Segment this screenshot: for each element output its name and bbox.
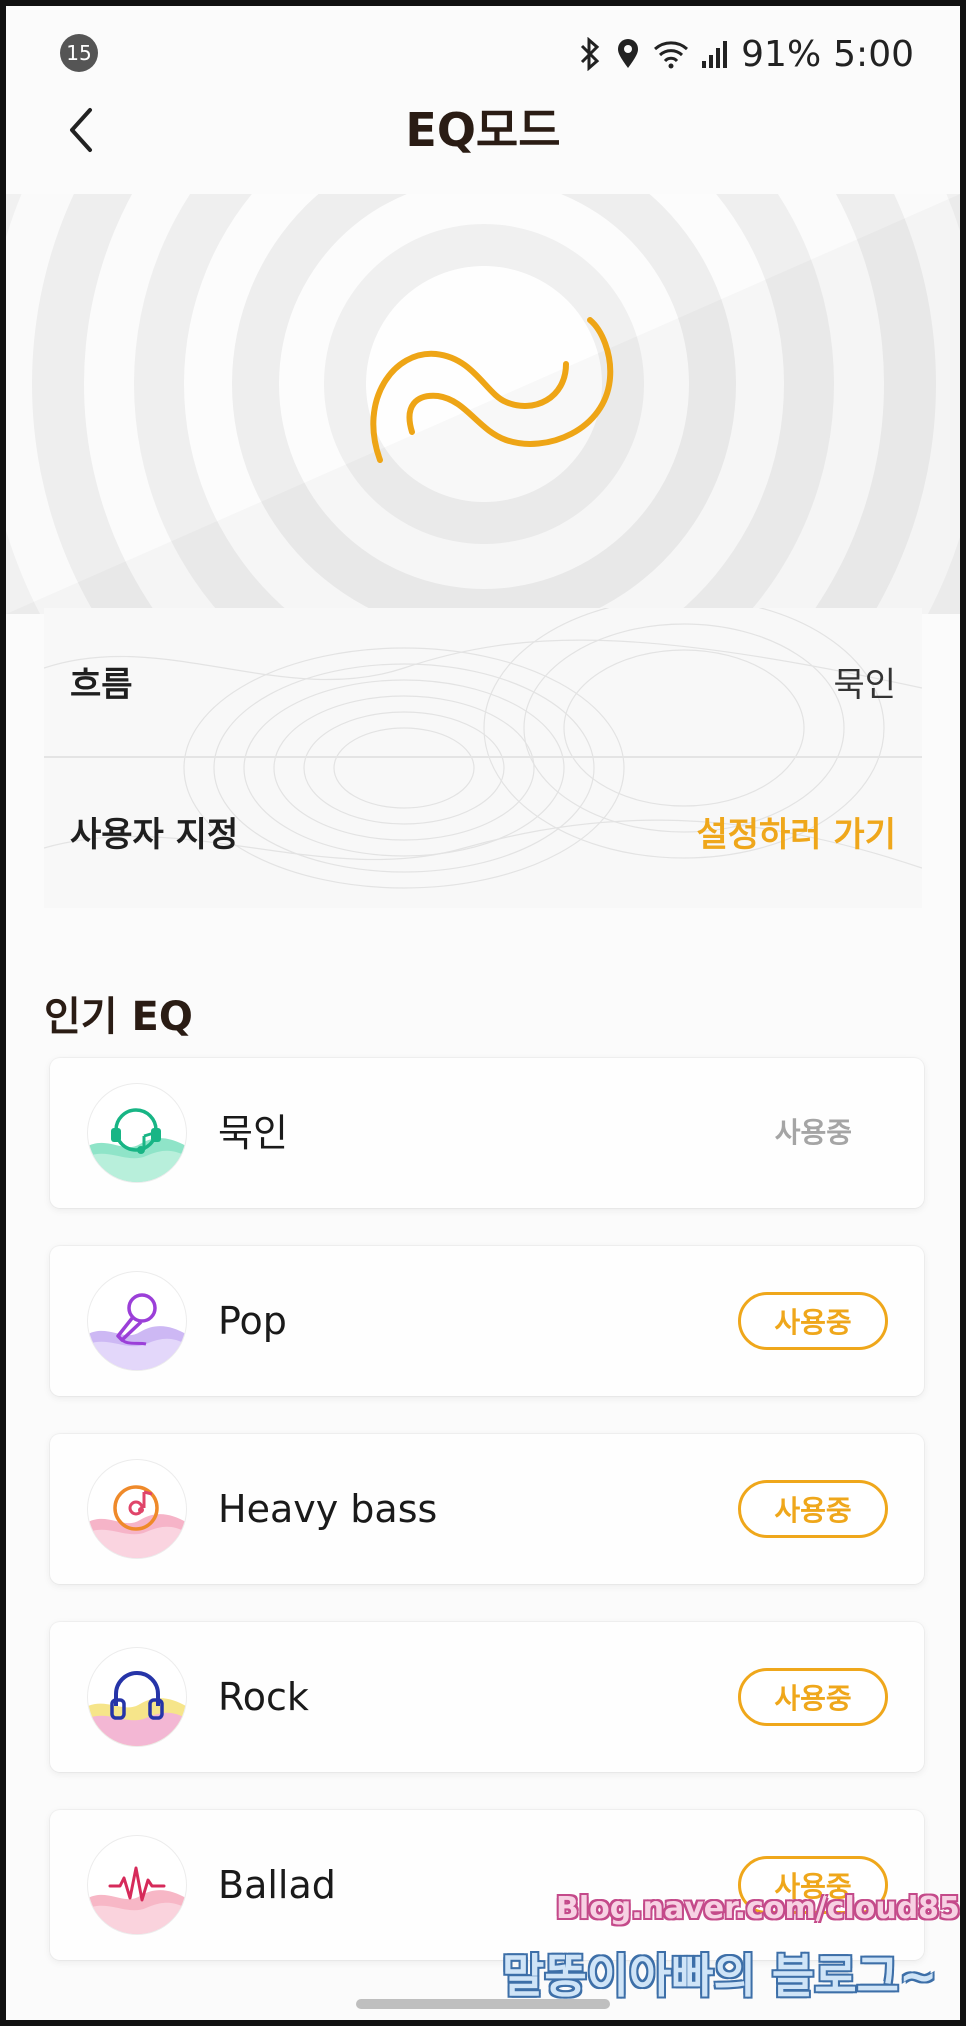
- eq-hero-graphic: [6, 194, 960, 614]
- microphone-icon: [88, 1293, 186, 1370]
- eq-item-pop[interactable]: Pop 사용중: [50, 1246, 924, 1396]
- current-eq-row[interactable]: 흐름 묵인: [44, 608, 922, 754]
- go-to-settings-link[interactable]: 설정하러 가기: [696, 807, 896, 856]
- current-eq-value: 묵인: [833, 664, 896, 705]
- eq-icon-badge: [88, 1460, 186, 1558]
- phone-screen: 15 91% 5:00 EQ모드 흐름 묵인 사용자 지정 설정하러 가기 인기…: [6, 6, 960, 2020]
- eq-icon-badge: [88, 1084, 186, 1182]
- eq-item-heavy-bass[interactable]: Heavy bass 사용중: [50, 1434, 924, 1584]
- eq-icon-badge: [88, 1836, 186, 1934]
- notification-badge: 15: [60, 34, 98, 72]
- eq-item-name: Pop: [218, 1299, 287, 1343]
- eq-item-mukin[interactable]: 묵인 사용중: [50, 1058, 924, 1208]
- custom-eq-label: 사용자 지정: [70, 814, 239, 855]
- status-bar: 15 91% 5:00: [6, 6, 960, 98]
- eq-item-name: Rock: [218, 1675, 309, 1719]
- page-title: EQ모드: [405, 103, 561, 157]
- eq-icon-badge: [88, 1648, 186, 1746]
- eq-item-name: Heavy bass: [218, 1487, 438, 1531]
- eq-item-ballad[interactable]: Ballad 사용중: [50, 1810, 924, 1960]
- bluetooth-icon: [581, 37, 600, 71]
- headphones-icon: [88, 1671, 186, 1746]
- eq-settings-panel: 흐름 묵인 사용자 지정 설정하러 가기: [44, 608, 922, 908]
- eq-item-rock[interactable]: Rock 사용중: [50, 1622, 924, 1772]
- signal-icon: [702, 41, 728, 68]
- watermark-blog-name: 말똥이아빠의 블로그~: [502, 1949, 938, 2003]
- eq-item-name: 묵인: [218, 1111, 288, 1155]
- location-icon: [618, 39, 639, 68]
- battery-percentage: 91%: [741, 33, 822, 75]
- use-eq-button[interactable]: 사용중: [738, 1668, 888, 1726]
- eq-item-status: 사용중: [774, 1116, 852, 1149]
- sound-wave-icon: [88, 1866, 186, 1934]
- app-header: EQ모드: [6, 98, 960, 198]
- current-eq-label: 흐름: [70, 664, 133, 705]
- popular-eq-title: 인기 EQ: [44, 994, 193, 1040]
- use-eq-button[interactable]: 사용중: [738, 1292, 888, 1350]
- headphone-note-icon: [88, 1108, 186, 1182]
- music-disc-icon: [88, 1485, 186, 1558]
- status-icons: 91% 5:00: [577, 32, 914, 76]
- eq-icon-badge: [88, 1272, 186, 1370]
- clock: 5:00: [833, 33, 914, 75]
- custom-eq-row[interactable]: 사용자 지정 설정하러 가기: [44, 758, 922, 904]
- use-eq-button[interactable]: 사용중: [738, 1480, 888, 1538]
- wifi-icon: [654, 41, 689, 69]
- eq-item-name: Ballad: [218, 1863, 336, 1907]
- home-indicator[interactable]: [356, 1999, 610, 2009]
- watermark-url: Blog.naver.com/cloud8585: [556, 1891, 960, 1926]
